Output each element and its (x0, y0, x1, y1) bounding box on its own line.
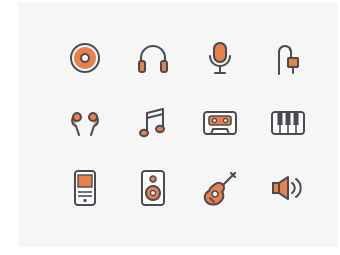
icon-set-panel (18, 2, 338, 247)
audio-jack-cable-icon (268, 38, 308, 78)
cassette-tape-icon (200, 103, 240, 143)
vinyl-record-icon (65, 38, 105, 78)
microphone-icon (200, 38, 240, 78)
piano-keyboard-icon (268, 103, 308, 143)
headphones-icon (133, 38, 173, 78)
canvas (0, 0, 340, 255)
portable-music-player-icon (65, 168, 105, 208)
volume-speaker-icon (268, 168, 308, 208)
music-note-icon (133, 103, 173, 143)
earphones-icon (65, 103, 105, 143)
acoustic-guitar-icon (200, 168, 240, 208)
speaker-icon (133, 168, 173, 208)
